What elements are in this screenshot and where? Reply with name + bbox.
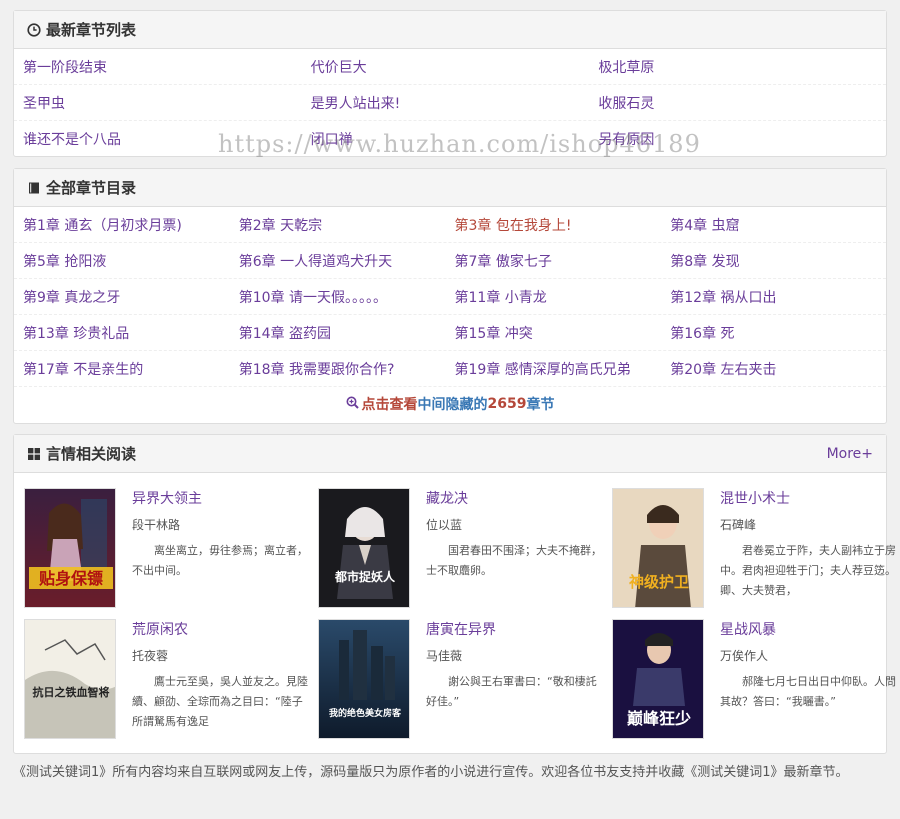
book-cover-title: 巅峰狂少 <box>627 709 691 728</box>
book-title[interactable]: 星战风暴 <box>720 619 896 641</box>
show-hidden-text-c: 章节 <box>526 397 555 413</box>
book-info: 唐寅在异界 马佳薇 謝公與王右軍書曰：“敬和棲託好佳。” <box>426 619 602 732</box>
chapter-link[interactable]: 第15章 冲突 <box>455 323 671 343</box>
chapter-link[interactable]: 第12章 祸从口出 <box>670 287 886 307</box>
show-hidden-text-b: 中间隐藏的 <box>417 397 488 413</box>
chapter-link[interactable]: 第8章 发现 <box>670 251 886 271</box>
chapter-row: 第5章 抢阳液 第6章 一人得道鸡犬升天 第7章 傲家七子 第8章 发现 <box>14 243 886 279</box>
latest-chapter-link[interactable]: 闭口禅 <box>311 129 599 149</box>
all-chapters-title: 全部章节目录 <box>46 179 137 197</box>
book-cover[interactable]: 神级护卫 <box>612 488 704 608</box>
latest-chapter-link[interactable]: 另有原因 <box>598 129 886 149</box>
book-icon <box>27 181 41 195</box>
chapter-link[interactable]: 第13章 珍贵礼品 <box>23 323 239 343</box>
book-author: 马佳薇 <box>426 649 463 663</box>
book-title[interactable]: 荒原闲农 <box>132 619 308 641</box>
all-chapters-panel: 全部章节目录 第1章 通玄（月初求月票) 第2章 天乾宗 第3章 包在我身上! … <box>13 168 887 424</box>
latest-row: 第一阶段结束 代价巨大 极北草原 <box>14 49 886 85</box>
hidden-chapter-count: 2659 <box>487 396 527 412</box>
latest-chapter-link[interactable]: 圣甲虫 <box>23 93 311 113</box>
chapter-link[interactable]: 第20章 左右夹击 <box>670 359 886 379</box>
grid-icon <box>27 447 41 461</box>
chapter-link[interactable]: 第19章 感情深厚的高氏兄弟 <box>455 359 671 379</box>
chapter-link[interactable]: 第17章 不是亲生的 <box>23 359 239 379</box>
chapter-row: 第1章 通玄（月初求月票) 第2章 天乾宗 第3章 包在我身上! 第4章 虫窟 <box>14 207 886 243</box>
book-cover[interactable]: 我的绝色美女房客 <box>318 619 410 739</box>
book-author: 托夜蓉 <box>132 649 169 663</box>
book-cover[interactable]: 巅峰狂少 <box>612 619 704 739</box>
book-title[interactable]: 藏龙决 <box>426 488 602 510</box>
book-author: 位以蓝 <box>426 518 463 532</box>
book-author: 万俟作人 <box>720 649 769 663</box>
book-card: 巅峰狂少 星战风暴 万俟作人 郝隆七月七日出日中仰臥。人問其故？答曰：“我曬書。… <box>612 619 897 741</box>
chapter-link[interactable]: 第16章 死 <box>670 323 886 343</box>
book-card: 神级护卫 混世小术士 石碑峰 君卷冕立于阼，夫人副袆立于房中。君肉袒迎牲于门；夫… <box>612 488 897 610</box>
all-chapters-header: 全部章节目录 <box>14 169 886 207</box>
book-info: 藏龙决 位以蓝 国君春田不围泽；大夫不掩群，士不取麛卵。 <box>426 488 602 601</box>
book-cover-title: 贴身保镖 <box>39 569 103 588</box>
latest-chapters-panel: 最新章节列表 第一阶段结束 代价巨大 极北草原 圣甲虫 是男人站出来! 收服石灵… <box>13 10 887 157</box>
latest-chapter-link[interactable]: 是男人站出来! <box>311 93 599 113</box>
chapter-row: 第9章 真龙之牙 第10章 请一天假。。。。。 第11章 小青龙 第12章 祸从… <box>14 279 886 315</box>
chapter-link[interactable]: 第14章 盗药园 <box>239 323 455 343</box>
book-card: 我的绝色美女房客 唐寅在异界 马佳薇 謝公與王右軍書曰：“敬和棲託好佳。” <box>318 619 603 741</box>
chapter-link[interactable]: 第3章 包在我身上! <box>455 215 671 235</box>
chapter-link[interactable]: 第2章 天乾宗 <box>239 215 455 235</box>
book-cover[interactable]: 都市捉妖人 <box>318 488 410 608</box>
book-info: 异界大领主 段干林路 离坐离立，毋往参焉；离立者，不出中间。 <box>132 488 308 601</box>
latest-chapters-title: 最新章节列表 <box>46 21 137 39</box>
chapter-link[interactable]: 第11章 小青龙 <box>455 287 671 307</box>
book-title[interactable]: 异界大领主 <box>132 488 308 510</box>
chapter-link[interactable]: 第1章 通玄（月初求月票) <box>23 215 239 235</box>
related-reading-title: 言情相关阅读 <box>46 445 137 463</box>
zoom-in-icon <box>346 396 359 413</box>
latest-chapter-link[interactable]: 代价巨大 <box>311 57 599 77</box>
book-description: 鷹士元至吳，吳人並友之。見陸續、顧劭、全琮而為之目曰：“陸子所謂駑馬有逸足 <box>132 675 308 728</box>
book-author: 石碑峰 <box>720 518 757 532</box>
chapter-row: 第13章 珍贵礼品 第14章 盗药园 第15章 冲突 第16章 死 <box>14 315 886 351</box>
latest-chapter-link[interactable]: 谁还不是个八品 <box>23 129 311 149</box>
book-cover[interactable]: 抗日之铁血智将 <box>24 619 116 739</box>
book-info: 荒原闲农 托夜蓉 鷹士元至吳，吳人並友之。見陸續、顧劭、全琮而為之目曰：“陸子所… <box>132 619 308 732</box>
latest-row: 谁还不是个八品 闭口禅 另有原因 <box>14 121 886 157</box>
book-info: 混世小术士 石碑峰 君卷冕立于阼，夫人副袆立于房中。君肉袒迎牲于门；夫人荐豆笾。… <box>720 488 896 601</box>
related-reading-header: 言情相关阅读 More+ <box>14 435 886 473</box>
latest-chapters-header: 最新章节列表 <box>14 11 886 49</box>
book-cover-title: 抗日之铁血智将 <box>33 685 110 699</box>
show-hidden-chapters-link[interactable]: 点击查看 中间隐藏的 2659 章节 <box>14 387 886 421</box>
book-info: 星战风暴 万俟作人 郝隆七月七日出日中仰臥。人問其故？答曰：“我曬書。” <box>720 619 896 732</box>
show-hidden-text-a: 点击查看 <box>361 397 418 413</box>
book-description: 君卷冕立于阼，夫人副袆立于房中。君肉袒迎牲于门；夫人荐豆笾。卿、大夫赞君， <box>720 544 896 597</box>
site-footer-notice: 《测试关键词1》所有内容均来自互联网或网友上传，源码量版只为原作者的小说进行宣传… <box>13 765 849 780</box>
chapter-link[interactable]: 第5章 抢阳液 <box>23 251 239 271</box>
book-title[interactable]: 唐寅在异界 <box>426 619 602 641</box>
book-card: 贴身保镖 异界大领主 段干林路 离坐离立，毋往参焉；离立者，不出中间。 <box>24 488 309 610</box>
book-cover-title: 都市捉妖人 <box>334 569 396 584</box>
book-cover-title: 我的绝色美女房客 <box>329 707 402 719</box>
related-reading-panel: 言情相关阅读 More+ 贴身保镖 异界大领主 段干林路 离坐离立，毋往参焉；离… <box>13 434 896 754</box>
book-cover[interactable]: 贴身保镖 <box>24 488 116 608</box>
book-card: 抗日之铁血智将 荒原闲农 托夜蓉 鷹士元至吳，吳人並友之。見陸續、顧劭、全琮而為… <box>24 619 309 741</box>
latest-chapter-link[interactable]: 第一阶段结束 <box>23 57 311 77</box>
book-description: 国君春田不围泽；大夫不掩群，士不取麛卵。 <box>426 544 602 577</box>
chapter-link[interactable]: 第10章 请一天假。。。。。 <box>239 287 455 307</box>
more-link[interactable]: More+ <box>827 446 873 462</box>
chapter-link[interactable]: 第9章 真龙之牙 <box>23 287 239 307</box>
book-description: 郝隆七月七日出日中仰臥。人問其故？答曰：“我曬書。” <box>720 675 896 708</box>
book-title[interactable]: 混世小术士 <box>720 488 896 510</box>
book-description: 离坐离立，毋往参焉；离立者，不出中间。 <box>132 544 308 577</box>
book-card: 都市捉妖人 藏龙决 位以蓝 国君春田不围泽；大夫不掩群，士不取麛卵。 <box>318 488 603 610</box>
chapter-link[interactable]: 第7章 傲家七子 <box>455 251 671 271</box>
chapter-link[interactable]: 第18章 我需要跟你合作? <box>239 359 455 379</box>
chapter-row: 第17章 不是亲生的 第18章 我需要跟你合作? 第19章 感情深厚的高氏兄弟 … <box>14 351 886 387</box>
latest-chapter-link[interactable]: 极北草原 <box>598 57 886 77</box>
book-author: 段干林路 <box>132 518 181 532</box>
book-description: 謝公與王右軍書曰：“敬和棲託好佳。” <box>426 675 597 708</box>
clock-icon <box>27 22 41 37</box>
latest-row: 圣甲虫 是男人站出来! 收服石灵 <box>14 85 886 121</box>
book-cover-title: 神级护卫 <box>629 573 689 591</box>
chapter-link[interactable]: 第4章 虫窟 <box>670 215 886 235</box>
chapter-link[interactable]: 第6章 一人得道鸡犬升天 <box>239 251 455 271</box>
latest-chapter-link[interactable]: 收服石灵 <box>598 93 886 113</box>
